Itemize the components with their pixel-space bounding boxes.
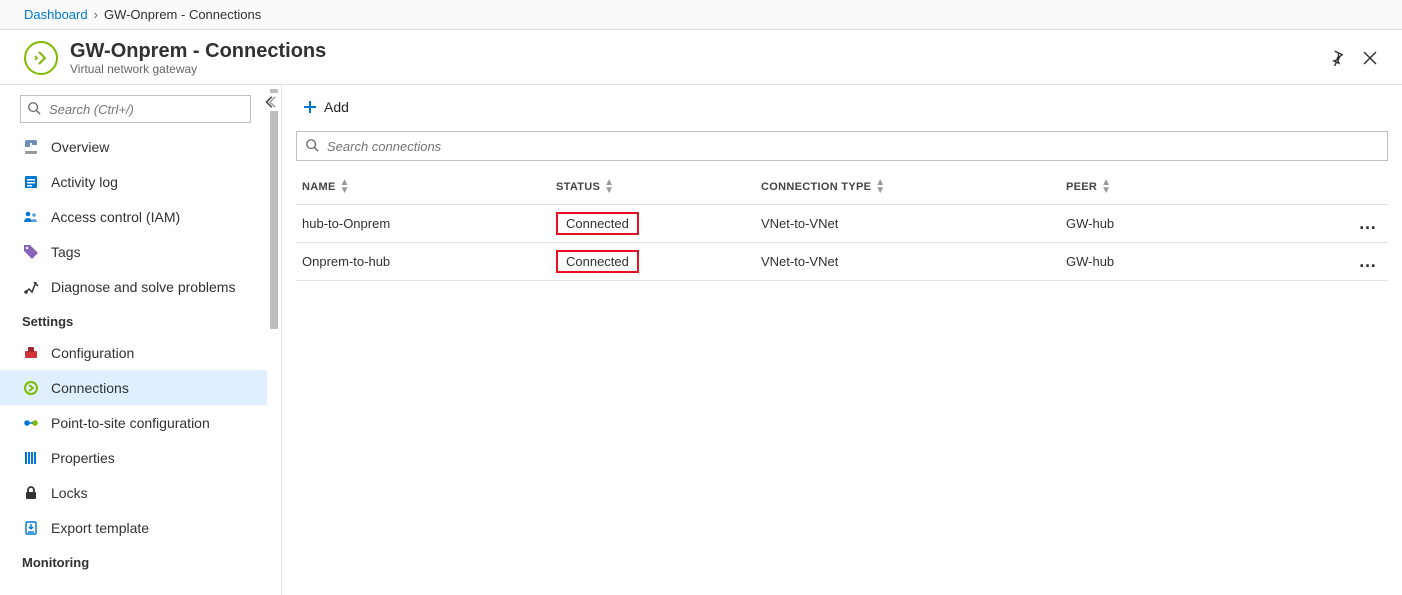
cell-name: Onprem-to-hub	[296, 254, 556, 269]
diagnose-icon	[22, 279, 40, 295]
nav-group-settings: Settings	[0, 304, 267, 335]
cell-peer: GW-hub	[1066, 216, 1348, 231]
sidebar-item-label: Configuration	[51, 345, 134, 361]
sidebar-item-connections[interactable]: Connections	[0, 370, 267, 405]
sidebar-item-overview[interactable]: Overview	[0, 129, 267, 164]
table-header: NAME▲▼ STATUS▲▼ CONNECTION TYPE▲▼ PEER▲▼	[296, 169, 1388, 205]
table-row[interactable]: hub-to-OnpremConnectedVNet-to-VNetGW-hub…	[296, 205, 1388, 243]
sort-icon: ▲▼	[340, 179, 350, 195]
sidebar-item-label: Properties	[51, 450, 115, 466]
sidebar-scrollbar[interactable]	[267, 85, 281, 595]
page-title: GW-Onprem - Connections	[70, 40, 326, 62]
sidebar-item-label: Access control (IAM)	[51, 209, 180, 225]
cell-peer: GW-hub	[1066, 254, 1348, 269]
title-bar: GW-Onprem - Connections Virtual network …	[0, 30, 1402, 85]
row-menu-button[interactable]: …	[1348, 213, 1388, 234]
resource-icon	[24, 41, 58, 75]
pin-icon[interactable]	[1328, 50, 1344, 66]
sidebar-item-configuration[interactable]: Configuration	[0, 335, 267, 370]
sidebar-item-locks[interactable]: Locks	[0, 475, 267, 510]
breadcrumb-root[interactable]: Dashboard	[24, 7, 88, 22]
add-button-label: Add	[324, 99, 349, 115]
sidebar-item-properties[interactable]: Properties	[0, 440, 267, 475]
sidebar-item-label: Point-to-site configuration	[51, 415, 210, 431]
nav-group-monitoring: Monitoring	[0, 545, 267, 576]
collapse-sidebar-icon[interactable]	[261, 93, 279, 111]
connections-search-input[interactable]	[296, 131, 1388, 161]
sidebar: Overview Activity log Access control (IAM)…	[0, 85, 282, 595]
cell-type: VNet-to-VNet	[761, 254, 1066, 269]
add-button[interactable]: Add	[296, 95, 355, 119]
sidebar-item-access-control[interactable]: Access control (IAM)	[0, 199, 267, 234]
sidebar-item-p2s[interactable]: Point-to-site configuration	[0, 405, 267, 440]
col-header-type[interactable]: CONNECTION TYPE▲▼	[761, 179, 1066, 195]
sort-icon: ▲▼	[875, 179, 885, 195]
tags-icon	[22, 244, 40, 260]
sort-icon: ▲▼	[604, 179, 614, 195]
sort-icon: ▲▼	[1101, 179, 1111, 195]
overview-icon	[22, 139, 40, 155]
cell-status: Connected	[556, 250, 761, 273]
search-icon	[305, 138, 319, 152]
access-control-icon	[22, 209, 40, 225]
connections-icon	[22, 380, 40, 396]
col-header-name[interactable]: NAME▲▼	[296, 179, 556, 195]
sidebar-search-input[interactable]	[20, 95, 251, 123]
cell-type: VNet-to-VNet	[761, 216, 1066, 231]
breadcrumb-current: GW-Onprem - Connections	[104, 7, 261, 22]
chevron-right-icon: ›	[94, 7, 98, 22]
col-header-peer[interactable]: PEER▲▼	[1066, 179, 1348, 195]
breadcrumb: Dashboard › GW-Onprem - Connections	[0, 0, 1402, 30]
table-row[interactable]: Onprem-to-hubConnectedVNet-to-VNetGW-hub…	[296, 243, 1388, 281]
properties-icon	[22, 450, 40, 466]
sidebar-item-label: Diagnose and solve problems	[51, 279, 235, 295]
sidebar-item-diagnose[interactable]: Diagnose and solve problems	[0, 269, 267, 304]
sidebar-item-export[interactable]: Export template	[0, 510, 267, 545]
sidebar-item-label: Activity log	[51, 174, 118, 190]
sidebar-item-tags[interactable]: Tags	[0, 234, 267, 269]
cell-status: Connected	[556, 212, 761, 235]
col-header-status[interactable]: STATUS▲▼	[556, 179, 761, 195]
export-icon	[22, 520, 40, 536]
page-subtitle: Virtual network gateway	[70, 62, 326, 76]
sidebar-item-label: Tags	[51, 244, 81, 260]
configuration-icon	[22, 345, 40, 361]
sidebar-item-label: Export template	[51, 520, 149, 536]
sidebar-item-label: Connections	[51, 380, 129, 396]
sidebar-item-label: Locks	[51, 485, 88, 501]
sidebar-item-activity-log[interactable]: Activity log	[0, 164, 267, 199]
p2s-icon	[22, 415, 40, 431]
locks-icon	[22, 485, 40, 501]
row-menu-button[interactable]: …	[1348, 251, 1388, 272]
close-icon[interactable]	[1362, 50, 1378, 66]
search-icon	[27, 101, 41, 115]
connections-table: NAME▲▼ STATUS▲▼ CONNECTION TYPE▲▼ PEER▲▼…	[296, 169, 1388, 281]
cell-name: hub-to-Onprem	[296, 216, 556, 231]
toolbar: Add	[282, 85, 1402, 125]
activity-log-icon	[22, 174, 40, 190]
main-panel: Add NAME▲▼ STATUS▲▼ CONNECTION TYPE▲▼ PE…	[282, 85, 1402, 595]
sidebar-item-label: Overview	[51, 139, 109, 155]
